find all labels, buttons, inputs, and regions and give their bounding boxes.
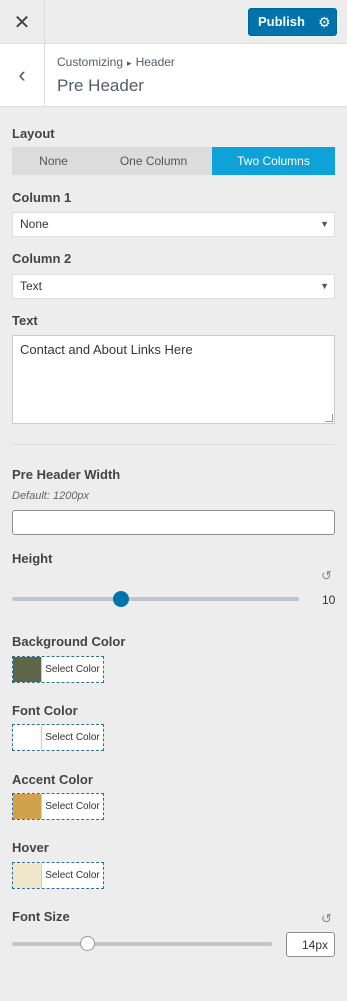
layout-option-none[interactable]: None	[12, 147, 95, 175]
column2-select[interactable]: Text ▼	[12, 274, 335, 299]
text-label: Text	[12, 313, 38, 328]
accent-color-button[interactable]: Select Color	[12, 793, 104, 820]
height-slider-thumb[interactable]	[113, 591, 130, 607]
column2-label: Column 2	[12, 251, 72, 266]
chevron-down-icon: ▼	[320, 281, 329, 291]
gear-icon[interactable]: ⚙	[313, 9, 336, 35]
column1-select[interactable]: None ▼	[12, 212, 335, 237]
crumb-root: Customizing	[57, 55, 124, 69]
font-size-reset-icon[interactable]: ↺	[321, 911, 332, 927]
accent-color-label: Accent Color	[12, 772, 93, 787]
column1-label: Column 1	[12, 190, 72, 205]
breadcrumb: Customizing ▸ Header	[57, 55, 175, 69]
background-color-button[interactable]: Select Color	[12, 656, 104, 683]
page-title: Pre Header	[57, 76, 144, 95]
font-color-label: Font Color	[12, 703, 78, 718]
resize-handle-icon[interactable]	[325, 414, 333, 422]
width-input[interactable]	[12, 510, 335, 535]
accent-color-swatch	[13, 794, 41, 819]
background-color-button-label: Select Color	[41, 657, 103, 682]
background-color-swatch	[13, 657, 41, 682]
width-description: Default: 1200px	[12, 490, 90, 502]
text-value: Contact and About Links Here	[20, 342, 193, 357]
hover-color-label: Hover	[12, 840, 49, 855]
publish-button[interactable]: Publish	[249, 9, 313, 35]
crumb-parent: Header	[135, 55, 175, 69]
column2-value: Text	[20, 279, 43, 293]
background-color-label: Background Color	[12, 634, 126, 649]
height-reset-icon[interactable]: ↺	[321, 568, 332, 584]
back-arrow-icon[interactable]: ‹	[0, 44, 45, 106]
height-value: 10	[322, 593, 336, 607]
font-color-button[interactable]: Select Color	[12, 724, 104, 751]
hover-color-swatch	[13, 863, 41, 888]
layout-option-one-column[interactable]: One Column	[95, 147, 212, 175]
layout-label: Layout	[12, 126, 55, 141]
font-size-slider-thumb[interactable]	[80, 936, 96, 951]
publish-button-group: Publish ⚙	[248, 8, 337, 36]
column1-value: None	[20, 217, 49, 231]
hover-color-button-label: Select Color	[41, 863, 103, 888]
height-label: Height	[12, 551, 53, 566]
divider	[12, 444, 335, 445]
font-size-slider-track[interactable]	[12, 942, 272, 946]
section-header: ‹ Customizing ▸ Header Pre Header	[0, 44, 347, 107]
font-size-label: Font Size	[12, 909, 70, 924]
font-size-input[interactable]: 14px	[286, 932, 335, 957]
customizer-top-bar: ✕ Publish ⚙	[0, 0, 347, 44]
crumb-separator-icon: ▸	[127, 58, 132, 68]
hover-color-button[interactable]: Select Color	[12, 862, 104, 889]
layout-segmented-control: None One Column Two Columns	[12, 147, 335, 175]
layout-option-two-columns[interactable]: Two Columns	[212, 147, 335, 175]
text-textarea[interactable]: Contact and About Links Here	[12, 335, 335, 424]
width-label: Pre Header Width	[12, 467, 121, 482]
close-icon[interactable]: ✕	[0, 0, 45, 44]
font-color-button-label: Select Color	[41, 725, 103, 750]
chevron-down-icon: ▼	[320, 219, 329, 229]
accent-color-button-label: Select Color	[41, 794, 103, 819]
height-slider-track[interactable]	[12, 597, 299, 601]
font-color-swatch	[13, 725, 41, 750]
